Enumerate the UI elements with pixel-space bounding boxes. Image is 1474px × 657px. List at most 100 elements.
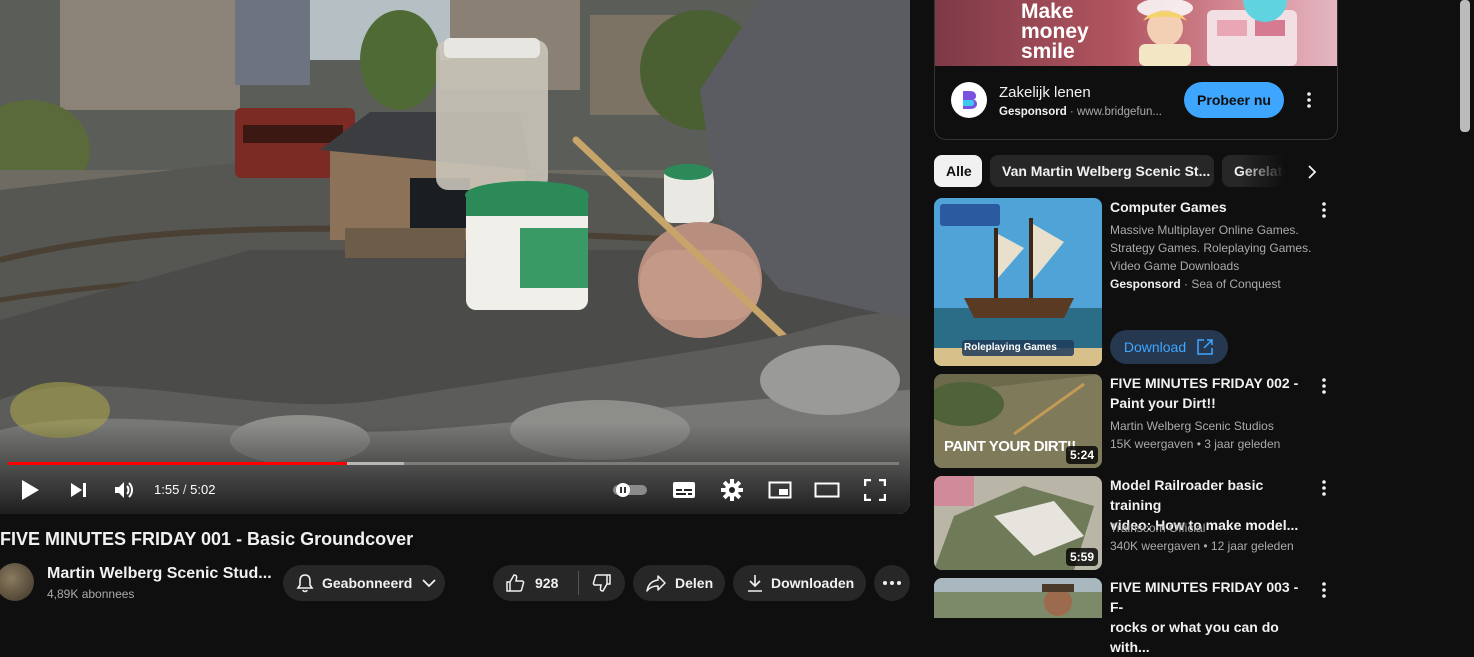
ad-banner-text: Make money smile	[1021, 0, 1089, 62]
related-meta: 340K weergaven • 12 jaar geleden	[1110, 539, 1294, 553]
related-menu-button[interactable]	[1314, 476, 1334, 500]
related-thumbnail[interactable]: 5:59	[934, 476, 1102, 570]
related-menu-button[interactable]	[1314, 578, 1334, 602]
related-title[interactable]: FIVE MINUTES FRIDAY 002 - Paint your Dir…	[1110, 373, 1310, 413]
current-time: 1:55	[154, 482, 180, 497]
theater-mode-button[interactable]	[812, 476, 842, 504]
ad-title[interactable]: Zakelijk lenen	[999, 84, 1091, 101]
related-channel[interactable]: Trainscom Official	[1110, 519, 1205, 537]
channel-name[interactable]: Martin Welberg Scenic Stud...	[47, 565, 272, 583]
like-count: 928	[535, 575, 559, 591]
related-title-line: rocks or what you can do with...	[1110, 619, 1279, 655]
chips-fade	[1240, 155, 1304, 187]
subscribe-label: Geabonneerd	[322, 575, 413, 591]
ad-url: www.bridgefun...	[1076, 106, 1162, 118]
related-thumbnail[interactable]: Roleplaying Games	[934, 198, 1102, 366]
chevron-down-icon	[422, 578, 436, 588]
more-vertical-icon	[1307, 92, 1311, 108]
like-button[interactable]: 928	[493, 565, 568, 601]
share-button[interactable]: Delen	[633, 565, 725, 601]
play-button[interactable]	[16, 476, 44, 504]
advertiser-logo[interactable]	[951, 82, 987, 118]
more-vertical-icon	[1322, 378, 1326, 394]
settings-button[interactable]	[718, 476, 746, 504]
page-scrollbar[interactable]	[1460, 0, 1470, 132]
miniplayer-button[interactable]	[766, 476, 794, 504]
related-menu-button[interactable]	[1314, 198, 1334, 222]
chip-all[interactable]: Alle	[934, 155, 982, 187]
next-button[interactable]	[64, 476, 92, 504]
ad-banner-illustration	[1137, 0, 1297, 66]
sponsored-label: Gesponsord	[1110, 277, 1181, 291]
sponsored-label: Gesponsord	[999, 106, 1067, 118]
more-vertical-icon	[1322, 480, 1326, 496]
fullscreen-button[interactable]	[862, 476, 888, 504]
time-separator: /	[179, 482, 191, 497]
thumbs-down-icon	[592, 573, 612, 593]
advertiser-name: Sea of Conquest	[1191, 277, 1281, 291]
channel-avatar[interactable]	[0, 563, 34, 601]
like-dislike-group: 928	[493, 565, 625, 601]
ad-banner-line: money	[1021, 20, 1089, 43]
related-thumbnail[interactable]	[934, 578, 1102, 618]
related-title[interactable]: FIVE MINUTES FRIDAY 003 - F- rocks or wh…	[1110, 577, 1310, 657]
game-download-button[interactable]: Download	[1110, 330, 1228, 364]
ad-banner-line: Make	[1021, 0, 1074, 23]
share-label: Delen	[675, 575, 714, 591]
external-link-icon	[1197, 339, 1213, 355]
duration: 5:02	[190, 482, 216, 497]
more-vertical-icon	[1322, 582, 1326, 598]
bell-icon	[296, 573, 314, 593]
dislike-button[interactable]	[579, 565, 625, 601]
autoplay-toggle-icon	[613, 483, 647, 497]
thumb-caption: Roleplaying Games	[964, 342, 1057, 353]
subtitles-icon	[673, 482, 695, 498]
download-button[interactable]: Downloaden	[733, 565, 866, 601]
more-vertical-icon	[1322, 202, 1326, 218]
related-title-line: FIVE MINUTES FRIDAY 002 -	[1110, 375, 1299, 391]
video-thumbnail-image	[934, 578, 1102, 618]
related-thumbnail[interactable]: PAINT YOUR DIRT!! 5:24	[934, 374, 1102, 468]
miniplayer-icon	[768, 481, 792, 499]
related-title-line: Paint your Dirt!!	[1110, 395, 1216, 411]
game-thumbnail-image	[934, 198, 1102, 366]
bridgefund-logo-icon	[963, 91, 977, 109]
theater-icon	[814, 482, 840, 498]
mute-button[interactable]	[110, 476, 138, 504]
sponsored-ad-card[interactable]: Make money smile Zakelijk lenen Gesponso…	[934, 0, 1338, 140]
video-duration: 5:59	[1065, 548, 1098, 566]
progress-bar[interactable]	[8, 462, 899, 465]
skip-next-icon	[71, 483, 86, 497]
ad-menu-button[interactable]	[1299, 88, 1319, 112]
ad-banner[interactable]: Make money smile	[935, 0, 1337, 66]
more-horizontal-icon	[883, 581, 901, 585]
share-icon	[645, 574, 667, 592]
ad-sponsor-line: Gesponsord · Sea of Conquest	[1110, 277, 1281, 291]
autoplay-toggle[interactable]	[612, 476, 648, 504]
related-channel[interactable]: Martin Welberg Scenic Studios	[1110, 417, 1274, 435]
subtitles-button[interactable]	[670, 476, 698, 504]
more-actions-button[interactable]	[874, 565, 910, 601]
chevron-right-icon	[1308, 165, 1317, 179]
related-title-line: FIVE MINUTES FRIDAY 003 - F-	[1110, 579, 1299, 615]
ad-cta-button[interactable]: Probeer nu	[1184, 82, 1284, 118]
download-label: Downloaden	[771, 575, 855, 591]
gear-icon	[721, 479, 743, 501]
thumb-caption: PAINT YOUR DIRT!!	[944, 438, 1076, 455]
related-title[interactable]: Computer Games	[1110, 197, 1310, 217]
download-icon	[747, 574, 763, 592]
related-menu-button[interactable]	[1314, 374, 1334, 398]
chips-next-button[interactable]	[1300, 160, 1324, 184]
chip-from-channel[interactable]: Van Martin Welberg Scenic St...	[990, 155, 1214, 187]
ad-description-line: Video Game Downloads	[1110, 259, 1240, 273]
played-bar	[8, 462, 347, 465]
fullscreen-icon	[864, 479, 886, 501]
play-icon	[22, 480, 39, 500]
game-download-label: Download	[1123, 339, 1187, 355]
ad-description-line: Massive Multiplayer Online Games.	[1110, 223, 1299, 237]
video-player[interactable]: 1:55 / 5:02	[0, 0, 910, 514]
subscribe-button[interactable]: Geabonneerd	[283, 565, 445, 601]
subscriber-count: 4,89K abonnees	[47, 587, 135, 601]
video-duration: 5:24	[1065, 446, 1098, 464]
related-title-line: Model Railroader basic training	[1110, 477, 1264, 513]
